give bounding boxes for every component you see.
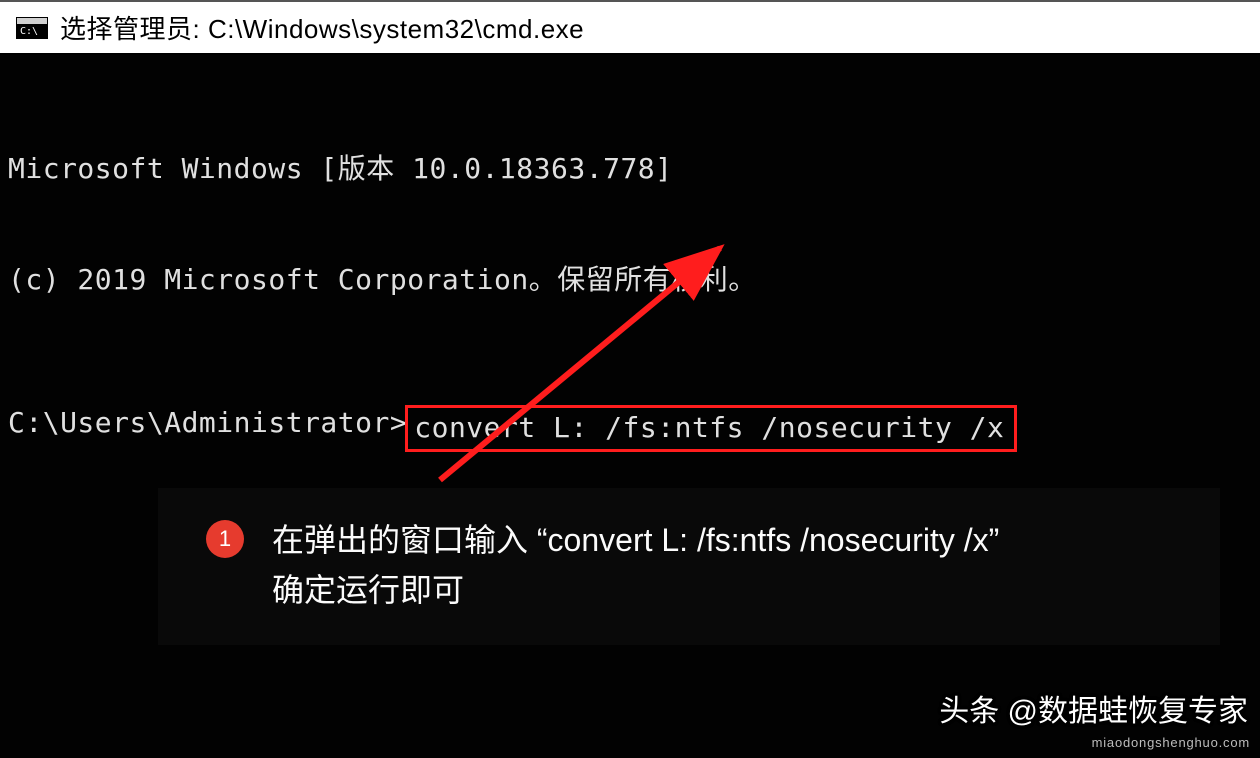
terminal-output[interactable]: Microsoft Windows [版本 10.0.18363.778] (c… (0, 55, 1260, 758)
instruction-text: 在弹出的窗口输入 “convert L: /fs:ntfs /nosecurit… (272, 516, 999, 615)
terminal-copyright-line: (c) 2019 Microsoft Corporation。保留所有权利。 (8, 262, 1252, 299)
watermark-main: 头条 @数据蛙恢复专家 (939, 686, 1248, 730)
instruction-line-2: 确定运行即可 (272, 566, 999, 616)
svg-text:C:\: C:\ (20, 26, 38, 37)
terminal-version-line: Microsoft Windows [版本 10.0.18363.778] (8, 151, 1252, 188)
window-title: 选择管理员: C:\Windows\system32\cmd.exe (60, 9, 584, 46)
watermark-url: miaodongshenghuo.com (1092, 735, 1250, 750)
instruction-annotation: 1 在弹出的窗口输入 “convert L: /fs:ntfs /nosecur… (158, 488, 1220, 645)
window-titlebar: C:\ 选择管理员: C:\Windows\system32\cmd.exe (0, 0, 1260, 55)
terminal-command-highlight: convert L: /fs:ntfs /nosecurity /x (405, 405, 1017, 452)
instruction-line-1: 在弹出的窗口输入 “convert L: /fs:ntfs /nosecurit… (272, 516, 999, 566)
terminal-prompt: C:\Users\Administrator> (8, 405, 407, 452)
terminal-prompt-row: C:\Users\Administrator> convert L: /fs:n… (8, 405, 1252, 452)
cmd-icon: C:\ (16, 17, 48, 39)
step-number-badge: 1 (206, 520, 244, 558)
